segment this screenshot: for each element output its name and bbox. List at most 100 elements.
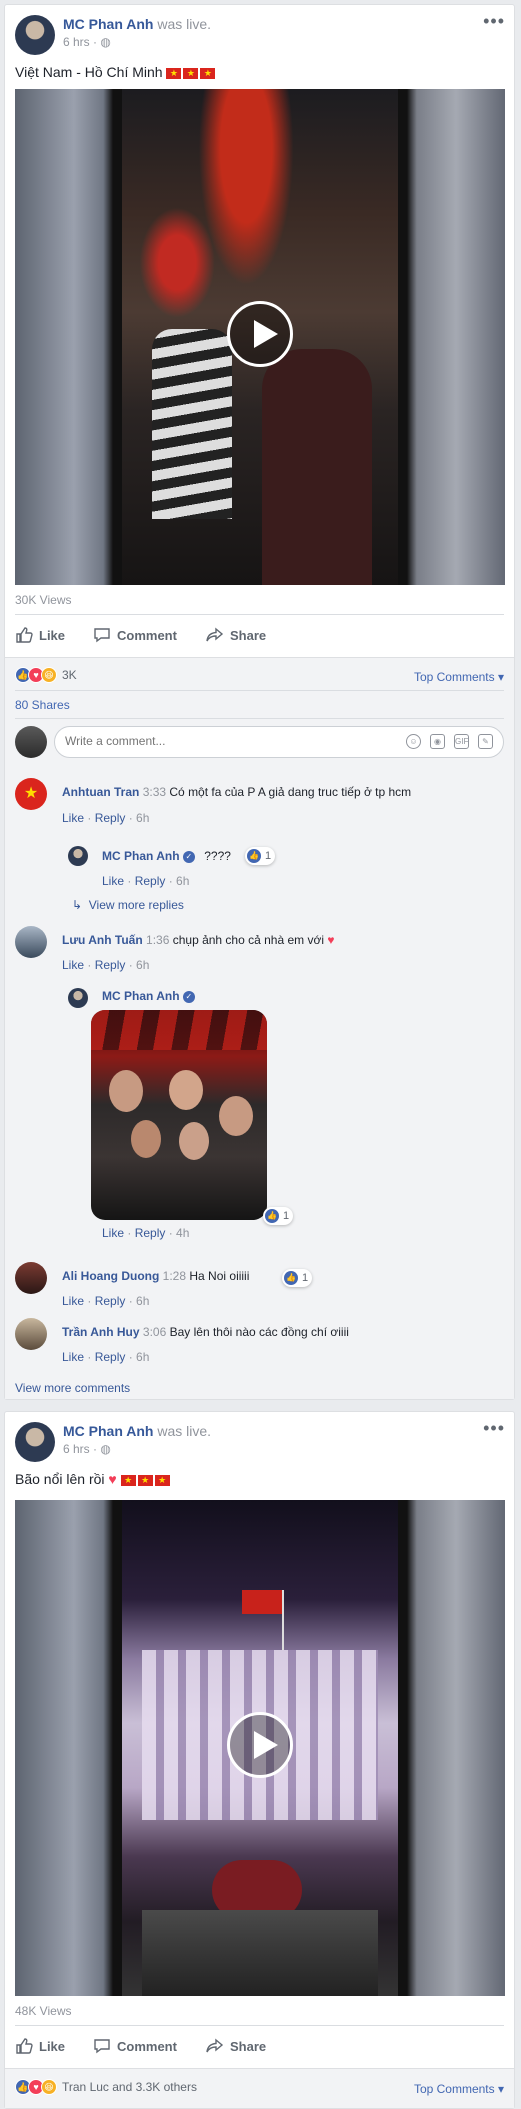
camera-icon[interactable]: ◉ <box>430 734 445 749</box>
street <box>142 1910 378 1996</box>
comment-composer[interactable]: ☺ ◉ GIF ✎ <box>54 726 504 758</box>
haha-reaction-icon: 😆 <box>41 667 57 683</box>
commenter-avatar[interactable] <box>15 926 47 958</box>
post-time[interactable]: 6 hrs <box>63 35 90 49</box>
like-reaction-icon: 👍 <box>265 1209 279 1223</box>
commenter-avatar[interactable] <box>15 1318 47 1350</box>
vietnam-flag-icon: ★ <box>166 67 182 79</box>
reply-actions: Like · Reply · 6h <box>102 874 190 888</box>
reaction-badge[interactable]: 👍 1 <box>263 1207 294 1225</box>
was-live-text: was live. <box>157 16 212 32</box>
reply-avatar[interactable] <box>68 988 88 1008</box>
flag <box>242 1590 282 1614</box>
heart-emoji-icon: ♥ <box>327 933 335 947</box>
reply-arrow-icon: ↳ <box>72 898 83 912</box>
divider <box>15 718 504 719</box>
reply-photo[interactable] <box>91 1010 267 1220</box>
author-avatar[interactable] <box>15 15 55 55</box>
reaction-badge[interactable]: 👍 1 <box>282 1269 313 1287</box>
comments-section: 👍♥😆 3K Top Comments ▾ 80 Shares ☺ ◉ GIF … <box>5 657 514 1399</box>
comment-text: Lưu Anh Tuấn 1:36 chụp ảnh cho cả nhà em… <box>62 933 335 947</box>
reply-avatar[interactable] <box>68 846 88 866</box>
live-video[interactable] <box>15 89 505 585</box>
sticker-icon[interactable]: ✎ <box>478 734 493 749</box>
like-button[interactable]: Like <box>15 620 65 650</box>
verified-badge-icon: ✓ <box>182 850 195 863</box>
comment-button[interactable]: Comment <box>93 620 177 650</box>
share-icon <box>206 2038 224 2053</box>
commenter-name[interactable]: Anhtuan Tran <box>62 785 139 799</box>
comment-input[interactable] <box>65 734 365 748</box>
author-name[interactable]: MC Phan Anh <box>63 1423 153 1439</box>
live-video[interactable] <box>15 1500 505 1996</box>
comment-icon <box>94 628 110 643</box>
person-face <box>109 1070 143 1112</box>
comment-icon <box>94 2039 110 2054</box>
thumbs-up-icon <box>16 627 33 643</box>
vietnam-flag-icon: ★ <box>200 67 216 79</box>
person-face <box>219 1096 253 1136</box>
author-avatar[interactable] <box>15 1422 55 1462</box>
comment-text: Trần Anh Huy 3:06 Bay lên thôi nào các đ… <box>62 1325 349 1339</box>
view-more-replies[interactable]: ↳ View more replies <box>72 898 184 912</box>
top-comments-dropdown[interactable]: Top Comments ▾ <box>414 670 504 684</box>
vietnam-flag-icon: ★ <box>120 1474 136 1486</box>
reaction-count: 3K <box>62 668 77 682</box>
more-options-icon[interactable]: ••• <box>483 11 505 32</box>
vietnam-flag-icon: ★ <box>154 1474 170 1486</box>
like-reaction-icon: 👍 <box>284 1271 298 1285</box>
reply-actions: Like · Reply · 4h <box>102 1226 190 1240</box>
view-count: 48K Views <box>15 2004 72 2018</box>
share-button[interactable]: Share <box>206 2031 266 2061</box>
emoji-icon[interactable]: ☺ <box>406 734 421 749</box>
comment-like-link[interactable]: Like <box>62 811 84 825</box>
reaction-summary[interactable]: 👍 ♥ 😆 3K <box>15 667 77 683</box>
like-button[interactable]: Like <box>15 2031 65 2061</box>
post-header: MC Phan Anh was live. 6 hrs · ◍ ••• <box>15 11 505 55</box>
commenter-avatar[interactable]: ★ <box>15 778 47 810</box>
divider <box>15 2025 504 2026</box>
play-icon[interactable] <box>227 301 293 367</box>
globe-icon: ◍ <box>100 35 111 49</box>
post-text: Việt Nam - Hồ Chí Minh ★ ★ ★ <box>15 64 217 80</box>
flagpole <box>282 1590 284 1650</box>
was-live-text: was live. <box>157 1423 212 1439</box>
globe-icon: ◍ <box>100 1442 111 1456</box>
crowd-person <box>152 329 232 519</box>
heart-emoji-icon: ♥ <box>108 1471 117 1487</box>
share-button[interactable]: Share <box>206 620 266 650</box>
comment-text: Ali Hoang Duong 1:28 Ha Noi oiiiii <box>62 1269 250 1283</box>
comment-text: Anhtuan Tran 3:33 Có một fa của P A giả … <box>62 785 412 799</box>
post-header: MC Phan Anh was live. 6 hrs · ◍ ••• <box>15 1418 505 1462</box>
reaction-summary[interactable]: 👍 ♥ 😆 Tran Luc and 3.3K others <box>15 2079 197 2095</box>
author-name[interactable]: MC Phan Anh <box>63 16 153 32</box>
comment-actions: Like · Reply · 6h <box>62 1294 150 1308</box>
comment-reply-link[interactable]: Reply <box>95 811 126 825</box>
top-comments-dropdown[interactable]: Top Comments ▾ <box>414 2082 504 2096</box>
reaction-text: Tran Luc and 3.3K others <box>62 2080 197 2094</box>
person-face <box>179 1122 209 1160</box>
gif-icon[interactable]: GIF <box>454 734 469 749</box>
more-options-icon[interactable]: ••• <box>483 1418 505 1439</box>
shares-count[interactable]: 80 Shares <box>15 698 70 712</box>
comment-actions: Like · Reply · 6h <box>62 1350 150 1364</box>
post-time[interactable]: 6 hrs <box>63 1442 90 1456</box>
reply-text: MC Phan Anh ✓ ???? <box>102 849 231 863</box>
divider <box>15 690 504 691</box>
comment-actions: Like · Reply · 6h <box>62 958 150 972</box>
like-reaction-icon: 👍 <box>247 849 261 863</box>
commenter-avatar[interactable] <box>15 1262 47 1294</box>
play-icon[interactable] <box>227 1712 293 1778</box>
reaction-badge[interactable]: 👍 1 <box>245 847 276 865</box>
comment-timestamp[interactable]: 3:33 <box>143 785 166 799</box>
post-actions: Like Comment Share <box>15 2031 315 2061</box>
comment-button[interactable]: Comment <box>93 2031 177 2061</box>
comment-actions: Like · Reply · 6h <box>62 811 150 825</box>
verified-badge-icon: ✓ <box>182 990 195 1003</box>
post-actions: Like Comment Share <box>15 620 315 650</box>
person-face <box>131 1120 161 1158</box>
person-face <box>169 1070 203 1110</box>
crowd-person <box>262 349 372 585</box>
view-more-comments[interactable]: View more comments <box>15 1381 130 1395</box>
flags-background <box>91 1010 267 1050</box>
